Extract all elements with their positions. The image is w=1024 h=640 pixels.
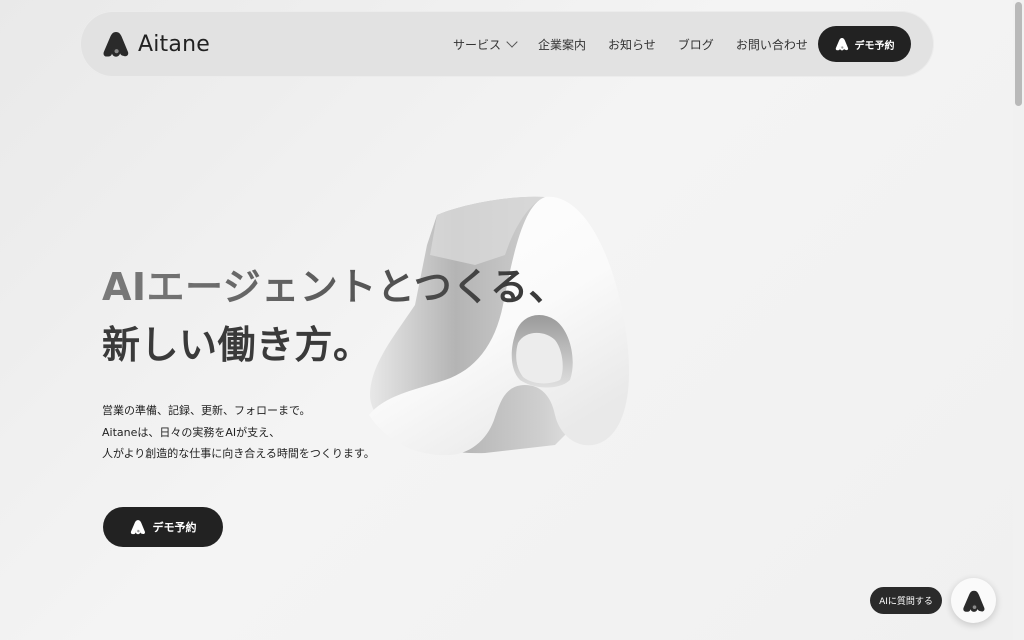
scrollbar-thumb[interactable] <box>1015 2 1022 106</box>
nav-item-label: お問い合わせ <box>735 37 808 52</box>
header-demo-label: デモ予約 <box>854 40 895 52</box>
hero-demo-button[interactable]: デモ予約 <box>103 507 223 547</box>
chat-ask-ai-button[interactable]: AIに質問する <box>870 587 942 614</box>
aitane-logo-icon <box>103 32 129 57</box>
nav-item-label: ブログ <box>677 37 714 52</box>
nav-item-label: サービス <box>453 37 502 52</box>
main-nav: サービス 企業案内 お知らせ ブログ お問い合わせ <box>453 11 808 77</box>
nav-item-label: お知らせ <box>608 37 656 52</box>
aitane-logo-icon <box>130 520 145 535</box>
brand[interactable]: Aitane <box>102 29 210 59</box>
aitane-logo-icon <box>835 38 848 51</box>
nav-item-blog[interactable]: ブログ <box>678 36 714 53</box>
hero-title-line2: 新しい働き方。 <box>102 323 372 367</box>
nav-item-label: 企業案内 <box>538 37 587 52</box>
nav-item-services[interactable]: サービス <box>453 36 518 53</box>
hero-description-line: Aitaneは、日々の実務をAIが支え、 <box>102 425 281 439</box>
page-scrollbar[interactable] <box>1013 0 1024 640</box>
nav-item-news[interactable]: お知らせ <box>608 36 656 53</box>
chevron-down-icon <box>506 36 518 48</box>
site-header: Aitane サービス 企業案内 お知らせ ブログ お問い合わせ デモ予約 <box>80 11 934 77</box>
hero-title: AIエージェントとつくる、 新しい働き方。 <box>102 258 662 374</box>
aitane-logo-icon <box>962 590 984 612</box>
nav-item-contact[interactable]: お問い合わせ <box>736 36 808 53</box>
nav-item-company[interactable]: 企業案内 <box>538 36 586 53</box>
brand-name: Aitane <box>138 31 210 57</box>
hero-description-line: 営業の準備、記録、更新、フォローまで。 <box>102 404 311 417</box>
hero-title-line1: AIエージェントとつくる、 <box>102 258 662 316</box>
hero-demo-label: デモ予約 <box>152 521 197 534</box>
chat-ask-ai-label: AIに質問する <box>879 597 933 607</box>
chat-launcher-button[interactable] <box>951 578 996 623</box>
header-demo-button[interactable]: デモ予約 <box>818 26 911 62</box>
hero-description-line: 人がより創造的な仕事に向き合える時間をつくります。 <box>102 447 375 460</box>
hero-description: 営業の準備、記録、更新、フォローまで。 Aitaneは、日々の実務をAIが支え、… <box>102 400 375 465</box>
